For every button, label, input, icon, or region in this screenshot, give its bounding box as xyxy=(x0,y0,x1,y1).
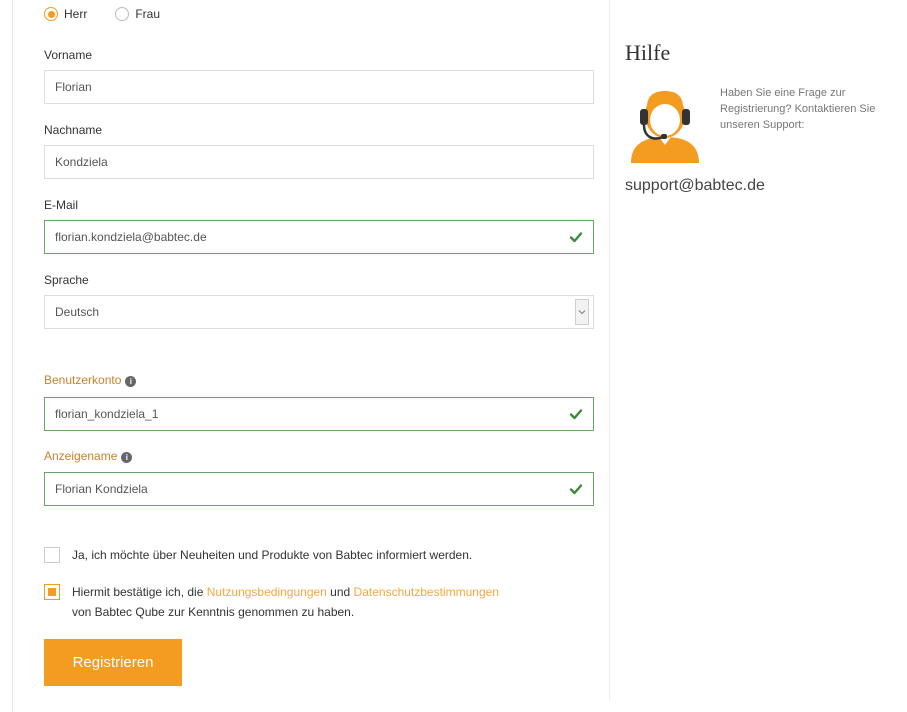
gender-radio-group: Herr Frau xyxy=(44,2,160,26)
terms-text-before: Hiermit bestätige ich, die xyxy=(72,585,207,599)
terms-consent[interactable]: Hiermit bestätige ich, die Nutzungsbedin… xyxy=(44,582,499,622)
vorname-value: Florian xyxy=(55,80,92,94)
radio-frau-label[interactable]: Frau xyxy=(135,7,160,21)
valid-check-icon xyxy=(569,484,583,495)
info-icon[interactable]: i xyxy=(125,376,137,387)
anzeigename-value: Florian Kondziela xyxy=(55,482,148,496)
support-email[interactable]: support@babtec.de xyxy=(625,177,765,195)
benutzerkonto-label-text: Benutzerkonto xyxy=(44,373,122,387)
nachname-label: Nachname xyxy=(44,123,103,137)
valid-check-icon xyxy=(569,409,583,420)
sprache-select[interactable]: Deutsch xyxy=(44,295,594,329)
info-icon[interactable]: i xyxy=(121,452,133,463)
anzeigename-input[interactable]: Florian Kondziela xyxy=(44,472,594,506)
support-agent-icon xyxy=(631,91,699,163)
select-arrow-icon[interactable] xyxy=(575,299,589,325)
nachname-input[interactable]: Kondziela xyxy=(44,145,594,179)
column-divider xyxy=(609,0,610,700)
register-button[interactable]: Registrieren xyxy=(44,639,182,686)
vorname-label: Vorname xyxy=(44,48,93,62)
valid-check-icon xyxy=(569,232,583,243)
chevron-down-icon xyxy=(578,310,586,315)
radio-option-herr[interactable]: Herr xyxy=(44,7,87,21)
newsletter-checkbox[interactable] xyxy=(44,547,60,563)
datenschutz-link[interactable]: Datenschutzbestimmungen xyxy=(354,585,499,599)
terms-checkbox[interactable] xyxy=(44,584,60,600)
help-title: Hilfe xyxy=(625,40,671,65)
nutzungsbedingungen-link[interactable]: Nutzungsbedingungen xyxy=(207,585,327,599)
newsletter-consent[interactable]: Ja, ich möchte über Neuheiten und Produk… xyxy=(44,545,472,565)
anzeigename-label: Anzeigename i xyxy=(44,449,133,463)
terms-consent-text: Hiermit bestätige ich, die Nutzungsbedin… xyxy=(72,582,499,622)
benutzerkonto-value: florian_kondziela_1 xyxy=(55,407,159,421)
terms-text-after: von Babtec Qube zur Kenntnis genommen zu… xyxy=(72,605,355,619)
radio-frau[interactable] xyxy=(115,7,130,21)
email-value: florian.kondziela@babtec.de xyxy=(55,230,207,244)
anzeigename-label-text: Anzeigename xyxy=(44,449,118,463)
radio-option-frau[interactable]: Frau xyxy=(115,7,160,21)
radio-herr-label[interactable]: Herr xyxy=(64,7,87,21)
radio-herr[interactable] xyxy=(44,7,58,21)
sprache-label: Sprache xyxy=(44,273,89,287)
newsletter-consent-text: Ja, ich möchte über Neuheiten und Produk… xyxy=(72,548,473,562)
email-label: E-Mail xyxy=(44,198,79,212)
email-input[interactable]: florian.kondziela@babtec.de xyxy=(44,220,594,254)
nachname-value: Kondziela xyxy=(55,155,108,169)
sprache-value: Deutsch xyxy=(55,305,100,319)
vorname-input[interactable]: Florian xyxy=(44,70,594,104)
help-panel: Hilfe Haben Sie eine Frage zur Registrie… xyxy=(625,40,895,194)
terms-text-middle: und xyxy=(326,585,354,599)
benutzerkonto-label: Benutzerkonto i xyxy=(44,373,137,387)
help-text: Haben Sie eine Frage zur Registrierung? … xyxy=(720,87,876,131)
page-left-border xyxy=(12,0,13,712)
benutzerkonto-input[interactable]: florian_kondziela_1 xyxy=(44,397,594,431)
help-body: Haben Sie eine Frage zur Registrierung? … xyxy=(625,85,875,165)
